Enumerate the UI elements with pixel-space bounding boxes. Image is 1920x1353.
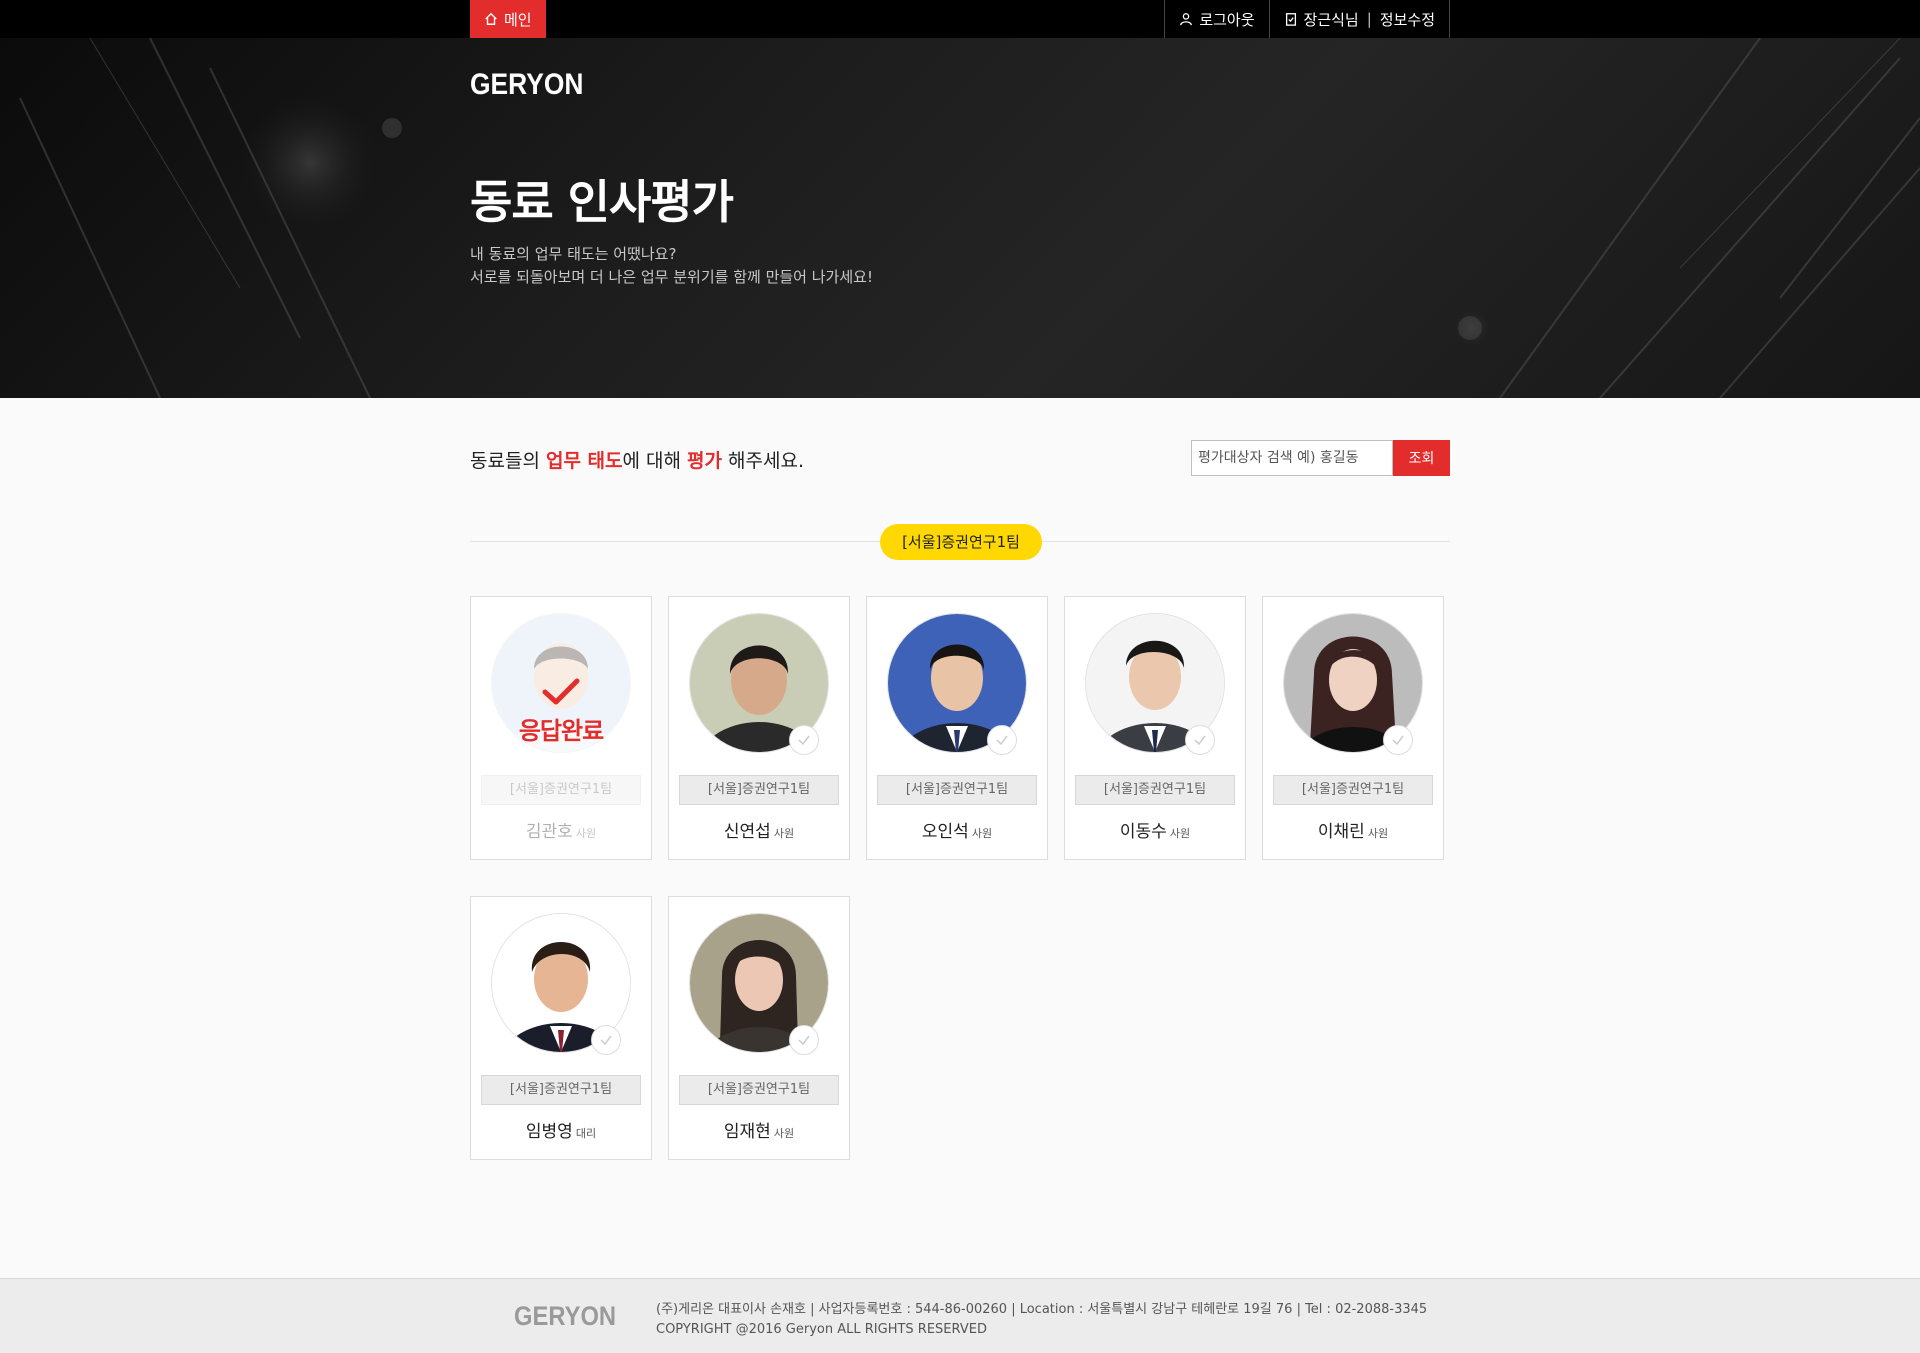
check-icon <box>798 1035 810 1046</box>
home-icon <box>485 12 497 25</box>
separator: | <box>1366 10 1372 28</box>
page-title: 동료 인사평가 <box>470 175 734 229</box>
main-home-button[interactable]: 메인 <box>470 0 546 38</box>
colleague-card[interactable]: [서울]증권연구1팀 김관호 사원 응답완료 <box>470 596 652 860</box>
colleague-rank: 사원 <box>971 827 993 840</box>
page-subtitle: 내 동료의 업무 태도는 어땠나요? 서로를 되돌아보며 더 나은 업무 분위기… <box>470 243 873 289</box>
unchecked-badge <box>789 1025 819 1055</box>
colleague-rank: 사원 <box>575 827 597 840</box>
response-complete-label: 응답완료 <box>518 717 604 745</box>
colleague-name: 신연섭 <box>723 822 771 842</box>
colleague-card[interactable]: [서울]증권연구1팀 이동수 사원 <box>1064 596 1246 860</box>
main-content: 동료들의 업무 태도에 대해 평가 해주세요. 조회 [서울]증권연구1팀 <box>0 398 1920 1278</box>
team-tag: [서울]증권연구1팀 <box>679 1075 839 1105</box>
intro-highlight-evaluation: 평가 <box>687 450 723 472</box>
user-name-label: 장근식님 <box>1303 10 1359 29</box>
team-tag: [서울]증권연구1팀 <box>1273 775 1433 805</box>
subtitle-line-1: 내 동료의 업무 태도는 어땠나요? <box>470 245 677 263</box>
response-complete-overlay: 응답완료 <box>471 677 651 746</box>
colleague-grid: [서울]증권연구1팀 김관호 사원 응답완료 [서울]증권연구1팀 신연섭 사원… <box>470 596 1450 1160</box>
intro-part-3: 해주세요. <box>722 450 805 472</box>
hero-banner: GERYON 동료 인사평가 내 동료의 업무 태도는 어땠나요? 서로를 되돌… <box>0 38 1920 398</box>
footer-info: (주)게리온 대표이사 손재호 | 사업자등록번호 : 544-86-00260… <box>656 1300 1427 1340</box>
unchecked-badge <box>1383 725 1413 755</box>
unchecked-badge <box>987 725 1017 755</box>
team-tag: [서울]증권연구1팀 <box>877 775 1037 805</box>
colleague-name: 임병영 <box>525 1122 573 1142</box>
name-row: 임재현 사원 <box>669 1117 849 1142</box>
colleague-rank: 사원 <box>773 1127 795 1140</box>
colleague-card[interactable]: [서울]증권연구1팀 신연섭 사원 <box>668 596 850 860</box>
name-row: 임병영 대리 <box>471 1117 651 1142</box>
clipboard-check-icon <box>1285 13 1296 26</box>
logout-button[interactable]: 로그아웃 <box>1164 0 1268 38</box>
name-row: 신연섭 사원 <box>669 817 849 842</box>
check-icon <box>600 1035 612 1046</box>
subtitle-line-2: 서로를 되돌아보며 더 나은 업무 분위기를 함께 만들어 나가세요! <box>470 268 873 286</box>
unchecked-badge <box>591 1025 621 1055</box>
unchecked-badge <box>789 725 819 755</box>
user-icon <box>1180 13 1193 26</box>
checkmark-icon <box>542 678 580 705</box>
footer-company-info: (주)게리온 대표이사 손재호 | 사업자등록번호 : 544-86-00260… <box>656 1302 1428 1317</box>
main-home-label: 메인 <box>504 10 532 29</box>
colleague-card[interactable]: [서울]증권연구1팀 임병영 대리 <box>470 896 652 1160</box>
unchecked-badge <box>1185 725 1215 755</box>
name-row: 오인석 사원 <box>867 817 1047 842</box>
intro-highlight-attitude: 업무 태도 <box>545 450 623 472</box>
team-tag: [서울]증권연구1팀 <box>1075 775 1235 805</box>
search-form: 조회 <box>1191 440 1450 476</box>
name-row: 김관호 사원 <box>471 817 651 842</box>
colleague-rank: 사원 <box>773 827 795 840</box>
colleague-name: 이채린 <box>1317 822 1365 842</box>
colleague-rank: 대리 <box>575 1127 597 1140</box>
colleague-card[interactable]: [서울]증권연구1팀 임재현 사원 <box>668 896 850 1160</box>
intro-row: 동료들의 업무 태도에 대해 평가 해주세요. 조회 <box>470 440 1450 476</box>
team-tag: [서울]증권연구1팀 <box>679 775 839 805</box>
edit-profile-button[interactable]: 장근식님 | 정보수정 <box>1268 0 1450 38</box>
logout-label: 로그아웃 <box>1199 10 1255 29</box>
team-tag: [서울]증권연구1팀 <box>481 1075 641 1105</box>
colleague-card[interactable]: [서울]증권연구1팀 이채린 사원 <box>1262 596 1444 860</box>
team-badge: [서울]증권연구1팀 <box>880 524 1042 560</box>
check-icon <box>1392 735 1404 746</box>
intro-part-2: 에 대해 <box>622 450 688 472</box>
colleague-name: 임재현 <box>723 1122 771 1142</box>
search-input[interactable] <box>1191 440 1393 476</box>
top-bar: 메인 로그아웃 장근식님 | 정보수정 <box>0 0 1920 38</box>
geryon-logo[interactable]: GERYON <box>470 68 583 102</box>
search-button[interactable]: 조회 <box>1393 440 1450 476</box>
colleague-name: 김관호 <box>525 822 573 842</box>
footer: GERYON (주)게리온 대표이사 손재호 | 사업자등록번호 : 544-8… <box>0 1278 1920 1353</box>
check-icon <box>798 735 810 746</box>
name-row: 이채린 사원 <box>1263 817 1443 842</box>
footer-logo: GERYON <box>514 1301 617 1331</box>
colleague-name: 오인석 <box>921 822 969 842</box>
name-row: 이동수 사원 <box>1065 817 1245 842</box>
colleague-rank: 사원 <box>1169 827 1191 840</box>
colleague-card[interactable]: [서울]증권연구1팀 오인석 사원 <box>866 596 1048 860</box>
check-icon <box>996 735 1008 746</box>
team-tag: [서울]증권연구1팀 <box>481 775 641 805</box>
intro-part-1: 동료들의 <box>470 450 546 472</box>
edit-profile-label: 정보수정 <box>1379 10 1435 29</box>
footer-copyright: COPYRIGHT @2016 Geryon ALL RIGHTS RESERV… <box>656 1322 987 1337</box>
colleague-name: 이동수 <box>1119 822 1167 842</box>
check-icon <box>1194 735 1206 746</box>
colleague-rank: 사원 <box>1367 827 1389 840</box>
